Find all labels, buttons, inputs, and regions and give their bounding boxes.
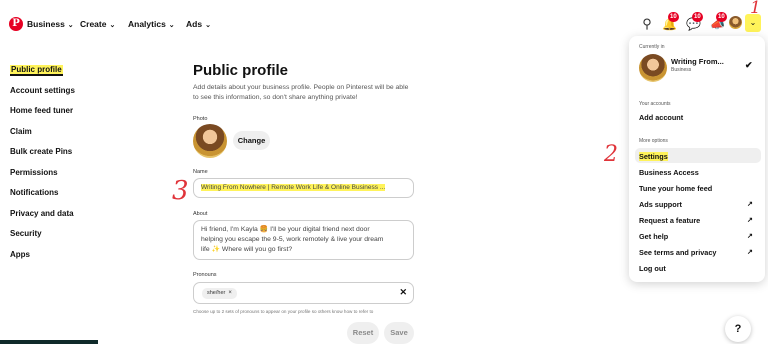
sidebar-item-privacy-and-data[interactable]: Privacy and data: [10, 208, 75, 229]
page-title: Public profile: [193, 62, 289, 79]
reset-button[interactable]: Reset: [347, 322, 379, 344]
nav-business-label: Business: [27, 19, 65, 29]
sidebar-item-account-settings[interactable]: Account settings: [10, 85, 75, 106]
sidebar-item-bulk-create-pins[interactable]: Bulk create Pins: [10, 146, 75, 167]
profile-photo: [193, 124, 227, 158]
sidebar-item-claim[interactable]: Claim: [10, 126, 75, 147]
checkmark-icon: ✔: [745, 60, 753, 70]
pronouns-label: Pronouns: [193, 272, 217, 278]
external-link-icon: ↗: [747, 233, 753, 240]
nav-analytics-menu[interactable]: Analytics ⌄: [128, 19, 175, 29]
sidebar-item-permissions[interactable]: Permissions: [10, 167, 75, 188]
nav-create-menu[interactable]: Create ⌄: [80, 19, 115, 29]
nav-create-label: Create: [80, 19, 107, 29]
notifications-badge: 10: [668, 12, 679, 22]
search-icon[interactable]: ⚲: [640, 17, 654, 31]
sidebar-item-notifications[interactable]: Notifications: [10, 187, 75, 208]
updates-badge: 10: [716, 12, 727, 22]
pronoun-chip[interactable]: she/her ×: [202, 288, 237, 299]
settings-label: Settings: [639, 152, 668, 161]
pinterest-logo-icon[interactable]: P: [9, 17, 23, 31]
add-account-item[interactable]: Add account: [639, 113, 683, 122]
clear-pronouns-icon[interactable]: ✕: [399, 287, 407, 298]
name-value: Writing From Nowhere | Remote Work Life …: [201, 184, 386, 191]
get-help-menu-item[interactable]: Get help: [639, 232, 668, 241]
account-name[interactable]: Writing From...: [671, 57, 724, 66]
page-description: Add details about your business profile.…: [193, 84, 409, 101]
public-profile-form: Public profile Add details about your bu…: [193, 62, 418, 102]
nav-business-menu[interactable]: Business ⌄: [27, 19, 74, 29]
terms-privacy-menu-item[interactable]: See terms and privacy: [639, 248, 716, 257]
chevron-down-icon: ⌄: [67, 22, 74, 29]
settings-sidebar: Public profile Account settings Home fee…: [10, 64, 75, 269]
external-link-icon: ↗: [747, 201, 753, 208]
chevron-down-icon: ⌄: [205, 22, 211, 29]
your-accounts-label: Your accounts: [639, 101, 671, 107]
sidebar-item-public-profile[interactable]: Public profile: [10, 64, 75, 85]
external-link-icon: ↗: [747, 217, 753, 224]
account-type: Business: [671, 67, 692, 73]
annotation-step-1: 1: [750, 0, 761, 18]
photo-label: Photo: [193, 116, 208, 122]
pronouns-field[interactable]: she/her × ✕: [193, 282, 414, 304]
annotation-step-3: 3: [172, 176, 189, 206]
nav-ads-label: Ads: [186, 19, 203, 29]
request-feature-menu-item[interactable]: Request a feature: [639, 216, 700, 225]
settings-menu-item[interactable]: Settings: [639, 152, 668, 161]
log-out-menu-item[interactable]: Log out: [639, 264, 666, 273]
external-link-icon: ↗: [747, 249, 753, 256]
ads-support-menu-item[interactable]: Ads support: [639, 200, 682, 209]
nav-ads-menu[interactable]: Ads ⌄: [186, 19, 211, 29]
change-photo-button[interactable]: Change: [233, 131, 270, 150]
account-dropdown-menu: Currently in Writing From... Business ✔ …: [629, 36, 765, 282]
sidebar-item-label: Public profile: [10, 65, 63, 76]
name-field[interactable]: Writing From Nowhere | Remote Work Life …: [193, 178, 414, 198]
nav-analytics-label: Analytics: [128, 19, 166, 29]
save-button[interactable]: Save: [384, 322, 414, 344]
help-button[interactable]: ?: [725, 316, 751, 342]
remove-chip-icon[interactable]: ×: [228, 290, 232, 296]
currently-in-label: Currently in: [639, 44, 665, 50]
pronoun-chip-label: she/her: [207, 290, 226, 296]
sidebar-item-apps[interactable]: Apps: [10, 249, 75, 270]
account-avatar: [639, 54, 667, 82]
more-options-label: More options: [639, 138, 668, 144]
about-field[interactable]: Hi friend, I'm Kayla 🍔 I'll be your digi…: [193, 220, 414, 260]
sidebar-item-security[interactable]: Security: [10, 228, 75, 249]
business-access-menu-item[interactable]: Business Access: [639, 168, 699, 177]
chevron-down-icon: ⌄: [168, 22, 175, 29]
annotation-step-2: 2: [604, 142, 618, 167]
messages-badge: 10: [692, 12, 703, 22]
sidebar-item-home-feed-tuner[interactable]: Home feed tuner: [10, 105, 75, 126]
bottom-banner: [0, 340, 98, 344]
chevron-down-icon: ⌄: [109, 22, 116, 29]
pronouns-help-text: Choose up to 2 sets of pronouns to appea…: [193, 309, 374, 314]
profile-avatar[interactable]: [729, 16, 742, 29]
about-label: About: [193, 211, 208, 217]
tune-home-feed-menu-item[interactable]: Tune your home feed: [639, 184, 712, 193]
name-label: Name: [193, 169, 208, 175]
